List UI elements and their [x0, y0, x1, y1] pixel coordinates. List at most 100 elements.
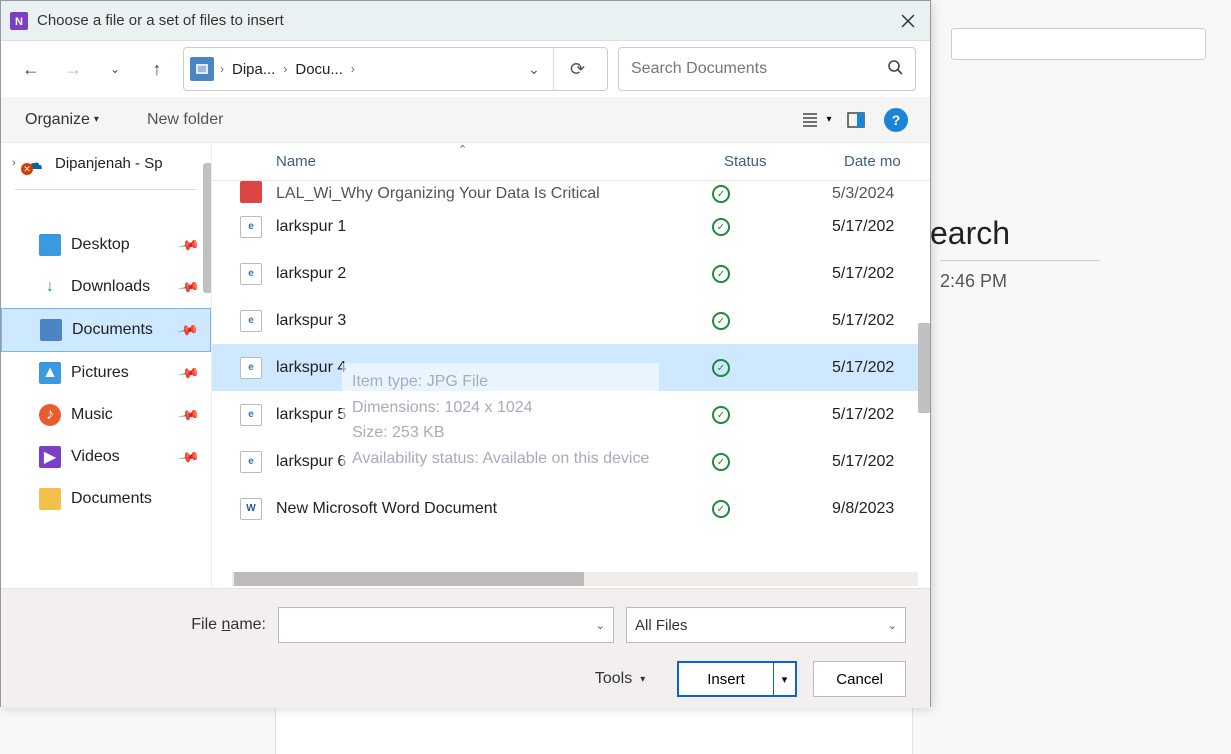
sidebar-item-documents[interactable]: Documents 📌: [1, 308, 211, 352]
chevron-right-icon[interactable]: ›: [351, 62, 355, 76]
address-history-button[interactable]: ⌄: [517, 61, 551, 78]
bg-timestamp: 2:46 PM: [940, 260, 1100, 292]
file-status: ✓: [712, 499, 832, 519]
sidebar-item-label: Music: [71, 406, 113, 424]
file-row[interactable]: LAL_Wi_Why Organizing Your Data Is Criti…: [212, 181, 918, 203]
sidebar-scrollbar[interactable]: [203, 163, 211, 293]
sidebar-item-label: Pictures: [71, 364, 129, 382]
folder-icon: [190, 57, 214, 81]
file-row[interactable]: larkspur 1 ✓ 5/17/202: [212, 203, 918, 250]
file-name: larkspur 6: [276, 453, 712, 471]
sidebar-item-downloads[interactable]: ↓ Downloads 📌: [1, 266, 211, 308]
file-name: larkspur 3: [276, 312, 712, 330]
chevron-down-icon: ▾: [94, 114, 99, 125]
available-icon: ✓: [712, 453, 730, 471]
insert-split-button[interactable]: ▾: [773, 663, 796, 695]
dialog-title: Choose a file or a set of files to inser…: [37, 12, 885, 29]
file-name: New Microsoft Word Document: [276, 500, 712, 518]
column-header-status[interactable]: Status: [724, 153, 844, 170]
up-button[interactable]: ↑: [141, 53, 173, 85]
filetype-combobox[interactable]: All Files ⌄: [626, 607, 906, 643]
file-icon: [240, 310, 262, 332]
file-row[interactable]: larkspur 3 ✓ 5/17/202: [212, 297, 918, 344]
file-icon: [240, 404, 262, 426]
recent-locations-button[interactable]: ⌄: [99, 53, 131, 85]
search-box[interactable]: [618, 47, 916, 91]
pin-icon[interactable]: 📌: [176, 233, 200, 257]
view-options-button[interactable]: ▾: [800, 104, 832, 136]
sidebar-item-music[interactable]: ♪ Music 📌: [1, 394, 211, 436]
file-open-dialog: N Choose a file or a set of files to ins…: [0, 0, 931, 707]
toolbar: Organize ▾ New folder ▾ ?: [1, 97, 930, 143]
column-header-date[interactable]: Date mo: [844, 153, 930, 170]
close-button[interactable]: [885, 1, 930, 41]
file-row[interactable]: larkspur 6 ✓ 5/17/202: [212, 438, 918, 485]
address-bar[interactable]: › Dipa... › Docu... › ⌄ ⟳: [183, 47, 608, 91]
sidebar-item-label: Documents: [72, 321, 153, 339]
new-folder-button[interactable]: New folder: [141, 107, 229, 133]
back-button[interactable]: ←: [15, 53, 47, 85]
content-area: › ☁✕ Dipanjenah - Sp Desktop 📌 ↓ Downloa…: [1, 143, 930, 588]
available-icon: ✓: [712, 185, 730, 203]
chevron-right-icon[interactable]: ›: [220, 62, 224, 76]
pin-icon[interactable]: 📌: [176, 275, 200, 299]
column-header-name[interactable]: Name ⌃: [258, 153, 724, 170]
pin-icon[interactable]: 📌: [176, 445, 200, 469]
vertical-scrollbar[interactable]: [918, 323, 930, 413]
organize-label: Organize: [25, 111, 90, 129]
file-date: 5/17/202: [832, 218, 918, 236]
tools-button[interactable]: Tools ▾: [595, 670, 645, 688]
search-icon[interactable]: [887, 59, 903, 80]
insert-label: Insert: [679, 671, 773, 688]
app-icon: N: [9, 11, 29, 31]
navigation-sidebar: › ☁✕ Dipanjenah - Sp Desktop 📌 ↓ Downloa…: [1, 143, 211, 588]
forward-button[interactable]: →: [57, 53, 89, 85]
column-label: Name: [276, 153, 316, 170]
available-icon: ✓: [712, 265, 730, 283]
file-icon: [240, 216, 262, 238]
sidebar-item-pictures[interactable]: ▲ Pictures 📌: [1, 352, 211, 394]
downloads-icon: ↓: [39, 276, 61, 298]
sidebar-item-videos[interactable]: ▶ Videos 📌: [1, 436, 211, 478]
file-status: ✓: [712, 217, 832, 237]
search-input[interactable]: [631, 60, 887, 78]
file-row[interactable]: W New Microsoft Word Document ✓ 9/8/2023: [212, 485, 918, 532]
file-date: 5/17/202: [832, 359, 918, 377]
expand-icon[interactable]: ›: [7, 157, 21, 169]
chevron-down-icon: ⌄: [888, 619, 897, 632]
chevron-right-icon[interactable]: ›: [283, 62, 287, 76]
pin-icon[interactable]: 📌: [176, 403, 200, 427]
sidebar-item-desktop[interactable]: Desktop 📌: [1, 224, 211, 266]
file-row[interactable]: larkspur 2 ✓ 5/17/202: [212, 250, 918, 297]
file-status: ✓: [712, 264, 832, 284]
sidebar-item-label: Documents: [71, 490, 152, 508]
file-row[interactable]: larkspur 4 ✓ 5/17/202: [212, 344, 918, 391]
chevron-down-icon: ▾: [826, 114, 831, 125]
sort-indicator-icon: ⌃: [458, 143, 467, 156]
file-icon: [240, 263, 262, 285]
available-icon: ✓: [712, 218, 730, 236]
file-icon: [240, 357, 262, 379]
file-status: ✓: [712, 184, 832, 204]
filename-combobox[interactable]: ⌄: [278, 607, 614, 643]
preview-pane-button[interactable]: [840, 104, 872, 136]
pin-icon[interactable]: 📌: [176, 361, 200, 385]
filetype-value: All Files: [635, 617, 688, 634]
breadcrumb-item[interactable]: Dipa...: [226, 59, 281, 80]
sidebar-item-onedrive[interactable]: › ☁✕ Dipanjenah - Sp: [1, 149, 211, 177]
pin-icon[interactable]: 📌: [175, 318, 199, 342]
breadcrumb-item[interactable]: Docu...: [289, 59, 349, 80]
file-row[interactable]: larkspur 5 ✓ 5/17/202: [212, 391, 918, 438]
documents-icon: [40, 319, 62, 341]
refresh-button[interactable]: ⟳: [553, 48, 601, 90]
help-button[interactable]: ?: [880, 104, 912, 136]
organize-button[interactable]: Organize ▾: [19, 107, 105, 133]
available-icon: ✓: [712, 500, 730, 518]
bg-search-field[interactable]: [951, 28, 1206, 60]
available-icon: ✓: [712, 406, 730, 424]
sidebar-item-documents-folder[interactable]: Documents: [1, 478, 211, 520]
insert-button[interactable]: Insert ▾: [677, 661, 797, 697]
divider: [15, 189, 197, 190]
horizontal-scrollbar-thumb[interactable]: [234, 572, 584, 586]
cancel-button[interactable]: Cancel: [813, 661, 906, 697]
